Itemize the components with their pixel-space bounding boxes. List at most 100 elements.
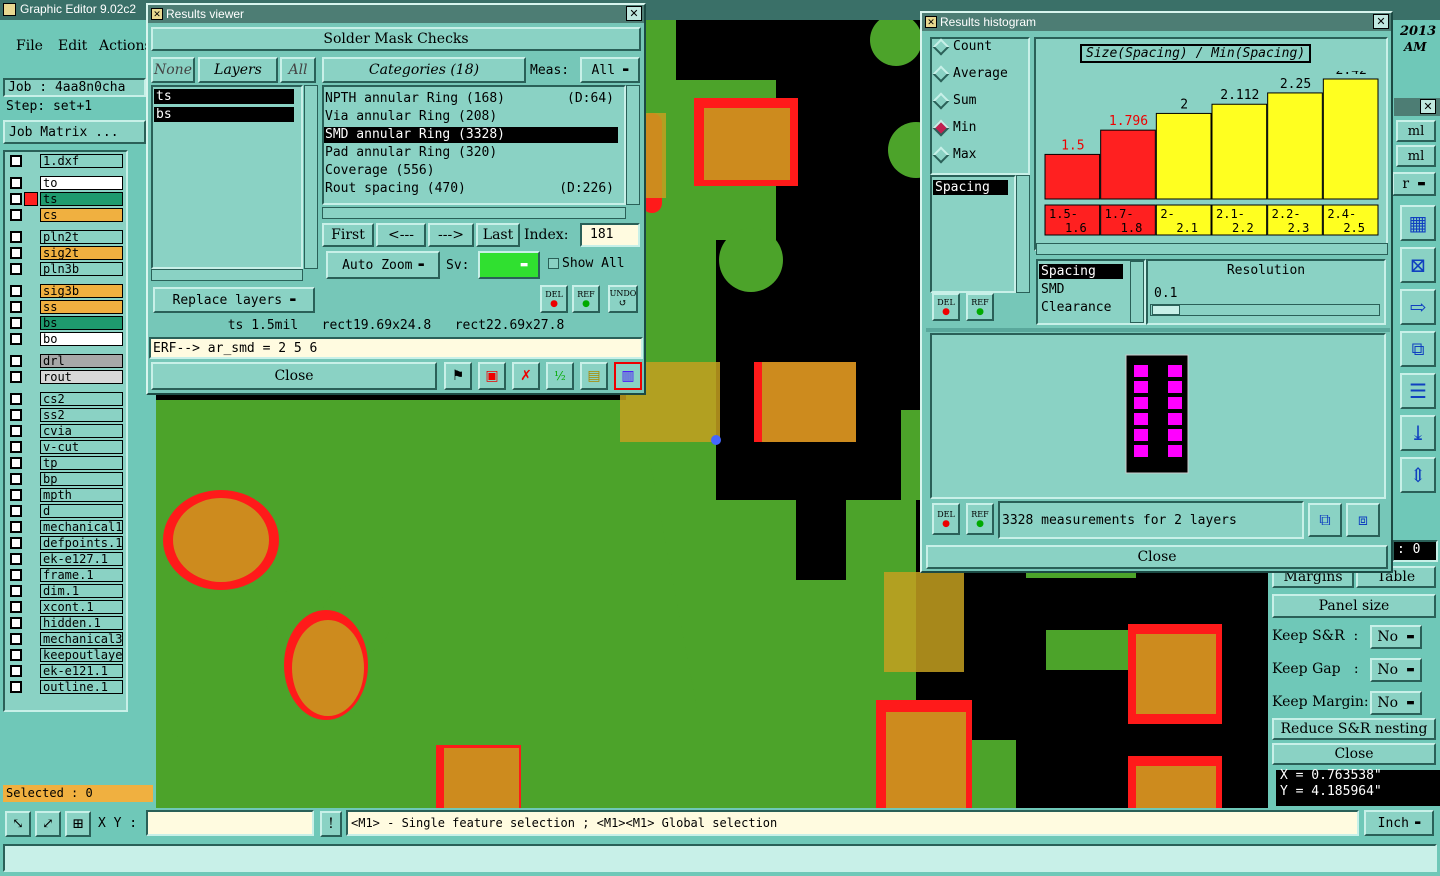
layer-ek-e127-1[interactable]: ek-e127.1 [40, 552, 123, 566]
ml-button-1[interactable]: ml [1396, 120, 1436, 142]
layer-defpoints-1[interactable]: defpoints.1 [40, 536, 123, 550]
menu-actions[interactable]: Actions [99, 38, 152, 54]
layer-option-ts[interactable]: ts [154, 89, 294, 104]
transform-icon[interactable]: ⧉ [1400, 331, 1436, 367]
highlight-icon[interactable]: ▣ [478, 362, 506, 390]
chart-hscroll[interactable] [1036, 243, 1388, 255]
layer-1-dxf[interactable]: 1.dxf [40, 154, 123, 168]
hist-del-button[interactable]: DEL ● [932, 293, 960, 321]
layer-checkbox[interactable] [10, 371, 22, 383]
auto-zoom-select[interactable]: Auto Zoom ▬ [326, 251, 440, 279]
layer-mechanical3[interactable]: mechanical3 [40, 632, 123, 646]
type-list-smd[interactable]: SMD [1041, 282, 1064, 297]
category-vscroll[interactable] [626, 85, 640, 205]
layer-checkbox[interactable] [10, 393, 22, 405]
center-icon[interactable]: ⇕ [1400, 457, 1436, 493]
zoom-area-button[interactable]: ⤢ [35, 811, 61, 837]
layer-checkbox[interactable] [10, 681, 22, 693]
layer-checkbox[interactable] [10, 553, 22, 565]
layer-checkbox[interactable] [10, 569, 22, 581]
layer-cvia[interactable]: cvia [40, 424, 123, 438]
histogram-bar[interactable] [1322, 78, 1379, 200]
reduce-nesting-button[interactable]: Reduce S&R nesting [1272, 718, 1436, 740]
layer-bs[interactable]: bs [40, 316, 123, 330]
preview-ref-button[interactable]: REF ● [966, 503, 994, 535]
layer-drl[interactable]: drl [40, 354, 123, 368]
histogram-close-icon[interactable]: ✕ [1373, 14, 1389, 29]
category-item[interactable]: Rout spacing (470) (D:226) [324, 181, 618, 197]
layer-dim-1[interactable]: dim.1 [40, 584, 123, 598]
layer-d[interactable]: d [40, 504, 123, 518]
move-right-icon[interactable]: ⇨ [1400, 289, 1436, 325]
histogram-bar[interactable] [1267, 92, 1323, 200]
category-hscroll[interactable] [322, 207, 626, 219]
layer-checkbox[interactable] [10, 585, 22, 597]
all-button[interactable]: All [280, 57, 316, 83]
right-subwin-close-icon[interactable]: ✕ [1420, 99, 1436, 114]
layer-checkbox[interactable] [10, 489, 22, 501]
resolution-slider[interactable] [1150, 304, 1380, 316]
r-dropdown[interactable]: r ▬ [1392, 172, 1436, 196]
category-item[interactable]: Coverage (556) [324, 163, 618, 179]
layer-checkbox[interactable] [10, 301, 22, 313]
layer-checkbox[interactable] [10, 649, 22, 661]
prev-button[interactable]: <--- [376, 223, 426, 247]
panel-size-button[interactable]: Panel size [1272, 594, 1436, 618]
results-viewer-close-icon[interactable]: ✕ [626, 6, 642, 21]
grid-layout-icon[interactable]: ▦ [1400, 205, 1436, 241]
histogram-bar[interactable] [1211, 103, 1268, 200]
layer-xcont-1[interactable]: xcont.1 [40, 600, 123, 614]
export-icon[interactable]: ⧉ [1308, 503, 1342, 537]
last-button[interactable]: Last [476, 223, 520, 247]
layer-option-bs[interactable]: bs [154, 107, 294, 122]
layer-checkbox[interactable] [10, 441, 22, 453]
layer-checkbox[interactable] [10, 155, 22, 167]
layer-checkbox[interactable] [10, 193, 22, 205]
replace-layers-select[interactable]: Replace layers ▬ [153, 287, 315, 313]
layer-checkbox[interactable] [10, 263, 22, 275]
layer-ts[interactable]: ts [40, 192, 123, 206]
layer-sig3b[interactable]: sig3b [40, 284, 123, 298]
layer-frame-1[interactable]: frame.1 [40, 568, 123, 582]
layer-checkbox[interactable] [10, 633, 22, 645]
layer-checkbox[interactable] [10, 209, 22, 221]
preview-del-button[interactable]: DEL ● [932, 503, 960, 535]
layer-pln2t[interactable]: pln2t [40, 230, 123, 244]
import-icon[interactable]: ⧈ [1346, 503, 1380, 537]
ml-button-2[interactable]: ml [1396, 145, 1436, 167]
layer-v-cut[interactable]: v-cut [40, 440, 123, 454]
keep-gap-select[interactable]: No ▬ [1370, 658, 1422, 682]
layer-pln3b[interactable]: pln3b [40, 262, 123, 276]
type-list-spacing[interactable]: Spacing [1039, 264, 1123, 279]
command-line[interactable] [3, 844, 1437, 872]
xy-input[interactable] [146, 810, 314, 836]
layer-checkbox[interactable] [10, 601, 22, 613]
layer-ek-e121-1[interactable]: ek-e121.1 [40, 664, 123, 678]
category-item[interactable]: Pad annular Ring (320) [324, 145, 618, 161]
index-input[interactable]: 181 [580, 223, 640, 247]
cross-box-icon[interactable]: ⊠ [1400, 247, 1436, 283]
pane-divider[interactable] [926, 328, 1390, 332]
layer-checkbox[interactable] [10, 231, 22, 243]
category-item[interactable]: SMD annular Ring (3328) [324, 127, 618, 143]
layer-bo[interactable]: bo [40, 332, 123, 346]
arrow-down-icon[interactable]: ⤓ [1400, 415, 1436, 451]
sv-color-select[interactable]: ▬ [478, 251, 540, 279]
layer-checkbox[interactable] [10, 177, 22, 189]
meas-select[interactable]: All ▬ [580, 57, 640, 83]
resolution-slider-handle[interactable] [1152, 305, 1180, 315]
info-button[interactable]: ! [320, 811, 342, 837]
keep-sr-select[interactable]: No ▬ [1370, 625, 1422, 649]
layer-checkbox[interactable] [10, 409, 22, 421]
layer-to[interactable]: to [40, 176, 123, 190]
layer-outline-1[interactable]: outline.1 [40, 680, 123, 694]
none-button[interactable]: None [151, 57, 195, 83]
zoom-fit-button[interactable]: ⤡ [5, 811, 31, 837]
report-icon[interactable]: ▤ [580, 362, 608, 390]
layer-checkbox[interactable] [10, 505, 22, 517]
layer-bp[interactable]: bp [40, 472, 123, 486]
histogram-bar[interactable] [1155, 112, 1212, 200]
number-icon[interactable]: ½ [546, 362, 574, 390]
layer-list-vscroll[interactable] [304, 85, 318, 269]
layer-list-hscroll[interactable] [151, 269, 303, 281]
